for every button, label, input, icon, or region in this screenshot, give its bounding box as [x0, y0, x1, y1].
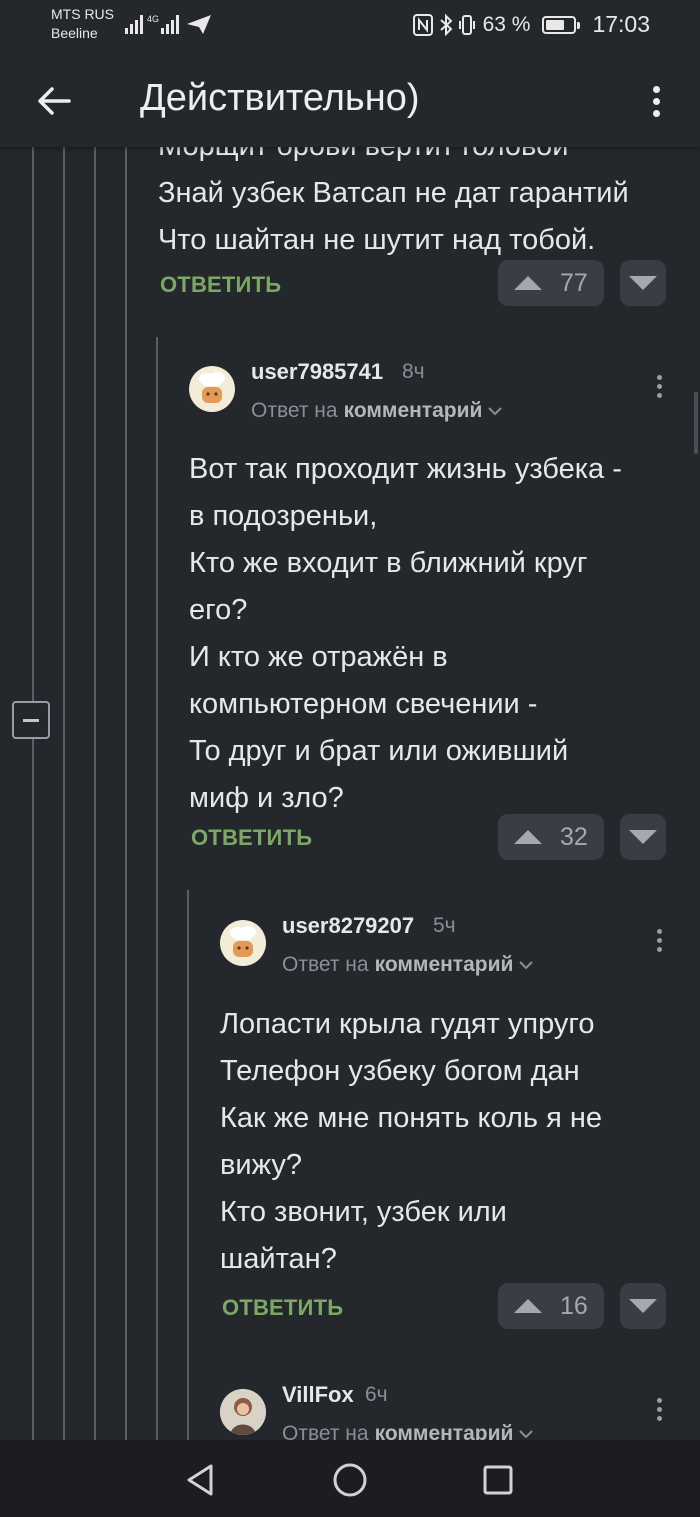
- user-photo-icon: [220, 1389, 266, 1435]
- reply-button[interactable]: ОТВЕТИТЬ: [160, 272, 281, 298]
- reply-target: комментарий: [374, 953, 514, 976]
- comment-line: Что шайтан не шутит над тобой.: [158, 224, 596, 256]
- comment-text: Лопасти крыла гудят упруго Телефон узбек…: [220, 1001, 602, 1283]
- comment-line: его?: [189, 594, 248, 626]
- reply-target: комментарий: [343, 399, 483, 422]
- carrier-info: MTS RUS Beeline: [51, 5, 114, 43]
- square-recent-icon: [483, 1465, 513, 1495]
- page-title: Действительно): [140, 77, 420, 119]
- triangle-down-icon: [629, 1299, 657, 1313]
- chevron-down-icon: [488, 407, 503, 416]
- rating-count: 32: [560, 822, 588, 851]
- thread-line: [187, 890, 189, 1440]
- vibrate-icon: [458, 14, 475, 35]
- comment-line: вижу?: [220, 1149, 302, 1181]
- triangle-up-icon: [514, 830, 542, 844]
- triangle-down-icon: [629, 830, 657, 844]
- system-navigation-bar: [0, 1440, 700, 1517]
- triangle-up-icon: [514, 1299, 542, 1313]
- vote-down-button[interactable]: [620, 260, 666, 306]
- comment-line: компьютерном свечении -: [189, 688, 538, 720]
- chevron-down-icon: [519, 961, 534, 970]
- comment-line: Морщит брови вертит головой: [158, 147, 629, 170]
- battery-percent: 63 %: [482, 12, 531, 36]
- vote-up-button[interactable]: 77: [498, 260, 604, 306]
- chef-avatar-icon: [230, 926, 256, 957]
- comment-line: Телефон узбеку богом дан: [220, 1055, 580, 1087]
- battery-icon: [542, 15, 581, 34]
- vote-up-button[interactable]: 32: [498, 814, 604, 860]
- comment-time: 5ч: [433, 914, 456, 937]
- reply-target: комментарий: [374, 1422, 514, 1440]
- comment-menu-icon[interactable]: [649, 366, 669, 406]
- comment-time: 6ч: [365, 1383, 388, 1406]
- back-button[interactable]: [30, 77, 78, 125]
- carrier-secondary: Beeline: [51, 25, 98, 41]
- comment-text: Морщит брови вертит головой Знай узбек В…: [158, 147, 629, 264]
- triangle-up-icon: [514, 276, 542, 290]
- bluetooth-icon: [439, 13, 453, 36]
- comment-line: Лопасти крыла гудят упруго: [220, 1008, 595, 1040]
- app-header: Действительно): [0, 55, 700, 147]
- comment-line: Знай узбек Ватсап не дат гарантий: [158, 177, 629, 209]
- reply-to[interactable]: Ответ на комментарий: [282, 1422, 534, 1440]
- username[interactable]: user8279207: [282, 913, 414, 939]
- comment-line: Как же мне понять коль я не: [220, 1102, 602, 1134]
- signal-icon: 4G: [125, 14, 211, 34]
- comment-menu-icon[interactable]: [649, 920, 669, 960]
- rating-count: 16: [560, 1291, 588, 1320]
- avatar[interactable]: [220, 920, 266, 966]
- comment-line: Кто звонит, узбек или: [220, 1196, 507, 1228]
- reply-button[interactable]: ОТВЕТИТЬ: [191, 825, 312, 851]
- reply-to[interactable]: Ответ на комментарий: [282, 953, 534, 977]
- reply-prefix: Ответ на: [251, 399, 338, 422]
- comments-thread: Морщит брови вертит головой Знай узбек В…: [0, 147, 700, 1440]
- nav-back-button[interactable]: [178, 1458, 222, 1502]
- network-type: 4G: [147, 14, 159, 24]
- triangle-down-icon: [629, 276, 657, 290]
- vote-down-button[interactable]: [620, 814, 666, 860]
- rating-count: 77: [560, 268, 588, 297]
- username[interactable]: VillFox: [282, 1382, 354, 1408]
- nav-home-button[interactable]: [328, 1458, 372, 1502]
- chef-avatar-icon: [199, 372, 225, 403]
- comment-line: То друг и брат или оживший: [189, 735, 569, 767]
- clock: 17:03: [592, 11, 650, 37]
- comment-line: И кто же отражён в: [189, 641, 448, 673]
- comment-time: 8ч: [402, 360, 425, 383]
- comment-line: Кто же входит в ближний круг: [189, 547, 588, 579]
- carrier-primary: MTS RUS: [51, 6, 114, 22]
- minus-square-icon[interactable]: [12, 701, 50, 739]
- avatar[interactable]: [220, 1389, 266, 1435]
- reply-prefix: Ответ на: [282, 1422, 369, 1440]
- comment-menu-icon[interactable]: [649, 1389, 669, 1429]
- reply-prefix: Ответ на: [282, 953, 369, 976]
- comment-line: в подозреньи,: [189, 500, 378, 532]
- thread-line: [125, 147, 127, 1440]
- comment-line: шайтан?: [220, 1243, 337, 1275]
- thread-line: [94, 147, 96, 1440]
- status-right: 63 % 17:03: [412, 11, 650, 38]
- avatar[interactable]: [189, 366, 235, 412]
- username[interactable]: user7985741: [251, 359, 383, 385]
- status-bar: MTS RUS Beeline 4G 63 % 17:03: [0, 0, 700, 55]
- vote-down-button[interactable]: [620, 1283, 666, 1329]
- circle-home-icon: [333, 1463, 367, 1497]
- thread-line: [156, 337, 158, 1440]
- thread-line: [32, 147, 34, 1440]
- comment-text: Вот так проходит жизнь узбека - в подозр…: [189, 446, 622, 822]
- nav-recent-button[interactable]: [476, 1458, 520, 1502]
- comment-line: Вот так проходит жизнь узбека -: [189, 453, 622, 485]
- reply-button[interactable]: ОТВЕТИТЬ: [222, 1295, 343, 1321]
- triangle-back-icon: [187, 1464, 213, 1496]
- scrollbar[interactable]: [694, 392, 698, 454]
- chevron-down-icon: [519, 1430, 534, 1439]
- reply-to[interactable]: Ответ на комментарий: [251, 399, 503, 423]
- nfc-icon: [412, 13, 433, 36]
- arrow-left-icon: [38, 87, 71, 115]
- thread-line: [63, 147, 65, 1440]
- more-vertical-icon[interactable]: [636, 77, 676, 125]
- vote-up-button[interactable]: 16: [498, 1283, 604, 1329]
